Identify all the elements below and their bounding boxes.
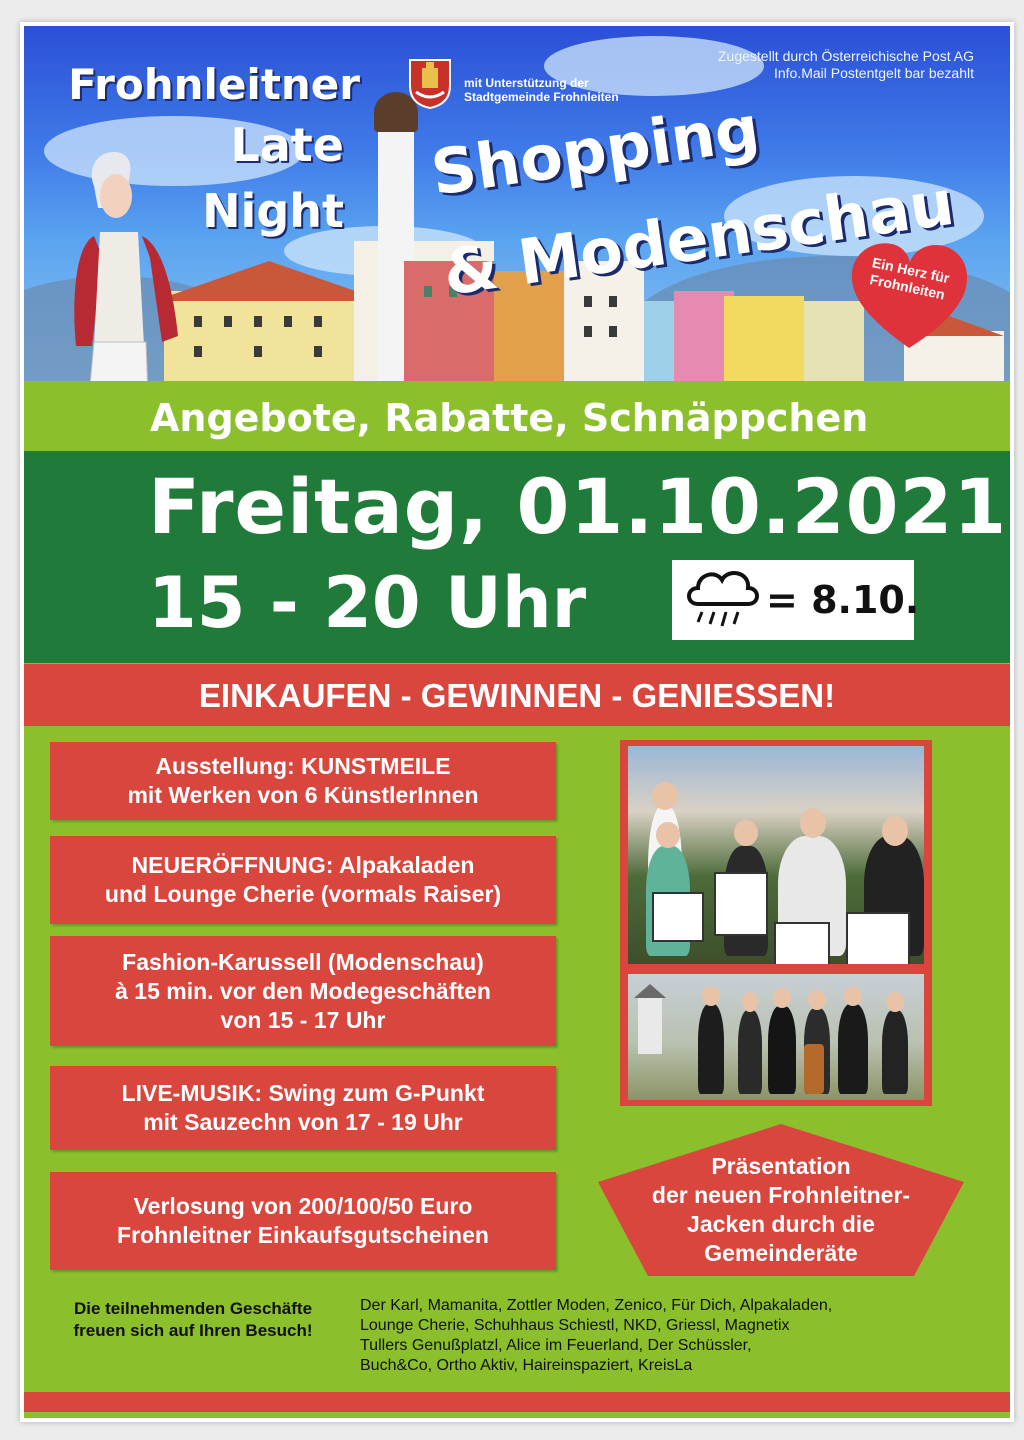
title-frohnleitner: Frohnleitner <box>68 60 360 109</box>
band-photo <box>628 974 924 1100</box>
event-date: Freitag, 01.10.2021 <box>148 462 1008 551</box>
presentation-text: Präsentation der neuen Frohnleitner- Jac… <box>651 1153 911 1266</box>
shops-list: Der Karl, Mamanita, Zottler Moden, Zenic… <box>360 1297 833 1374</box>
title-shopping: Shopping <box>426 91 764 210</box>
event-time: 15 - 20 Uhr <box>148 562 587 644</box>
program-item-live-music: LIVE-MUSIK: Swing zum G-Punkt mit Sauzech… <box>50 1066 556 1150</box>
offers-text: Angebote, Rabatte, Schnäppchen <box>150 396 869 440</box>
poster: Frohnleitner Late Night mit Unterstützun… <box>20 22 1014 1422</box>
program-item-opening: NEUERÖFFNUNG: Alpakaladen und Lounge Cher… <box>50 836 556 924</box>
rain-date-text: = 8.10. <box>766 578 920 622</box>
crest-icon <box>409 59 451 110</box>
rain-cloud-icon <box>687 571 759 627</box>
postage-note: Zugestellt durch Österreichische Post AG… <box>718 48 974 81</box>
bottom-bar <box>24 1392 1010 1412</box>
program-item-exhibition: Ausstellung: KUNSTMEILE mit Werken von 6 … <box>50 742 556 820</box>
shops-title: Die teilnehmenden Geschäfte freuen sich … <box>73 1299 313 1340</box>
program-item-fashion-show: Fashion-Karussell (Modenschau) à 15 min. … <box>50 936 556 1046</box>
slogan-text: EINKAUFEN - GEWINNEN - GENIESSEN! <box>198 677 836 714</box>
program-item-raffle: Verlosung von 200/100/50 Euro Frohnleitne… <box>50 1172 556 1270</box>
support-note: mit Unterstützung der Stadtgemeinde Froh… <box>464 76 619 104</box>
artists-photo <box>628 746 924 964</box>
